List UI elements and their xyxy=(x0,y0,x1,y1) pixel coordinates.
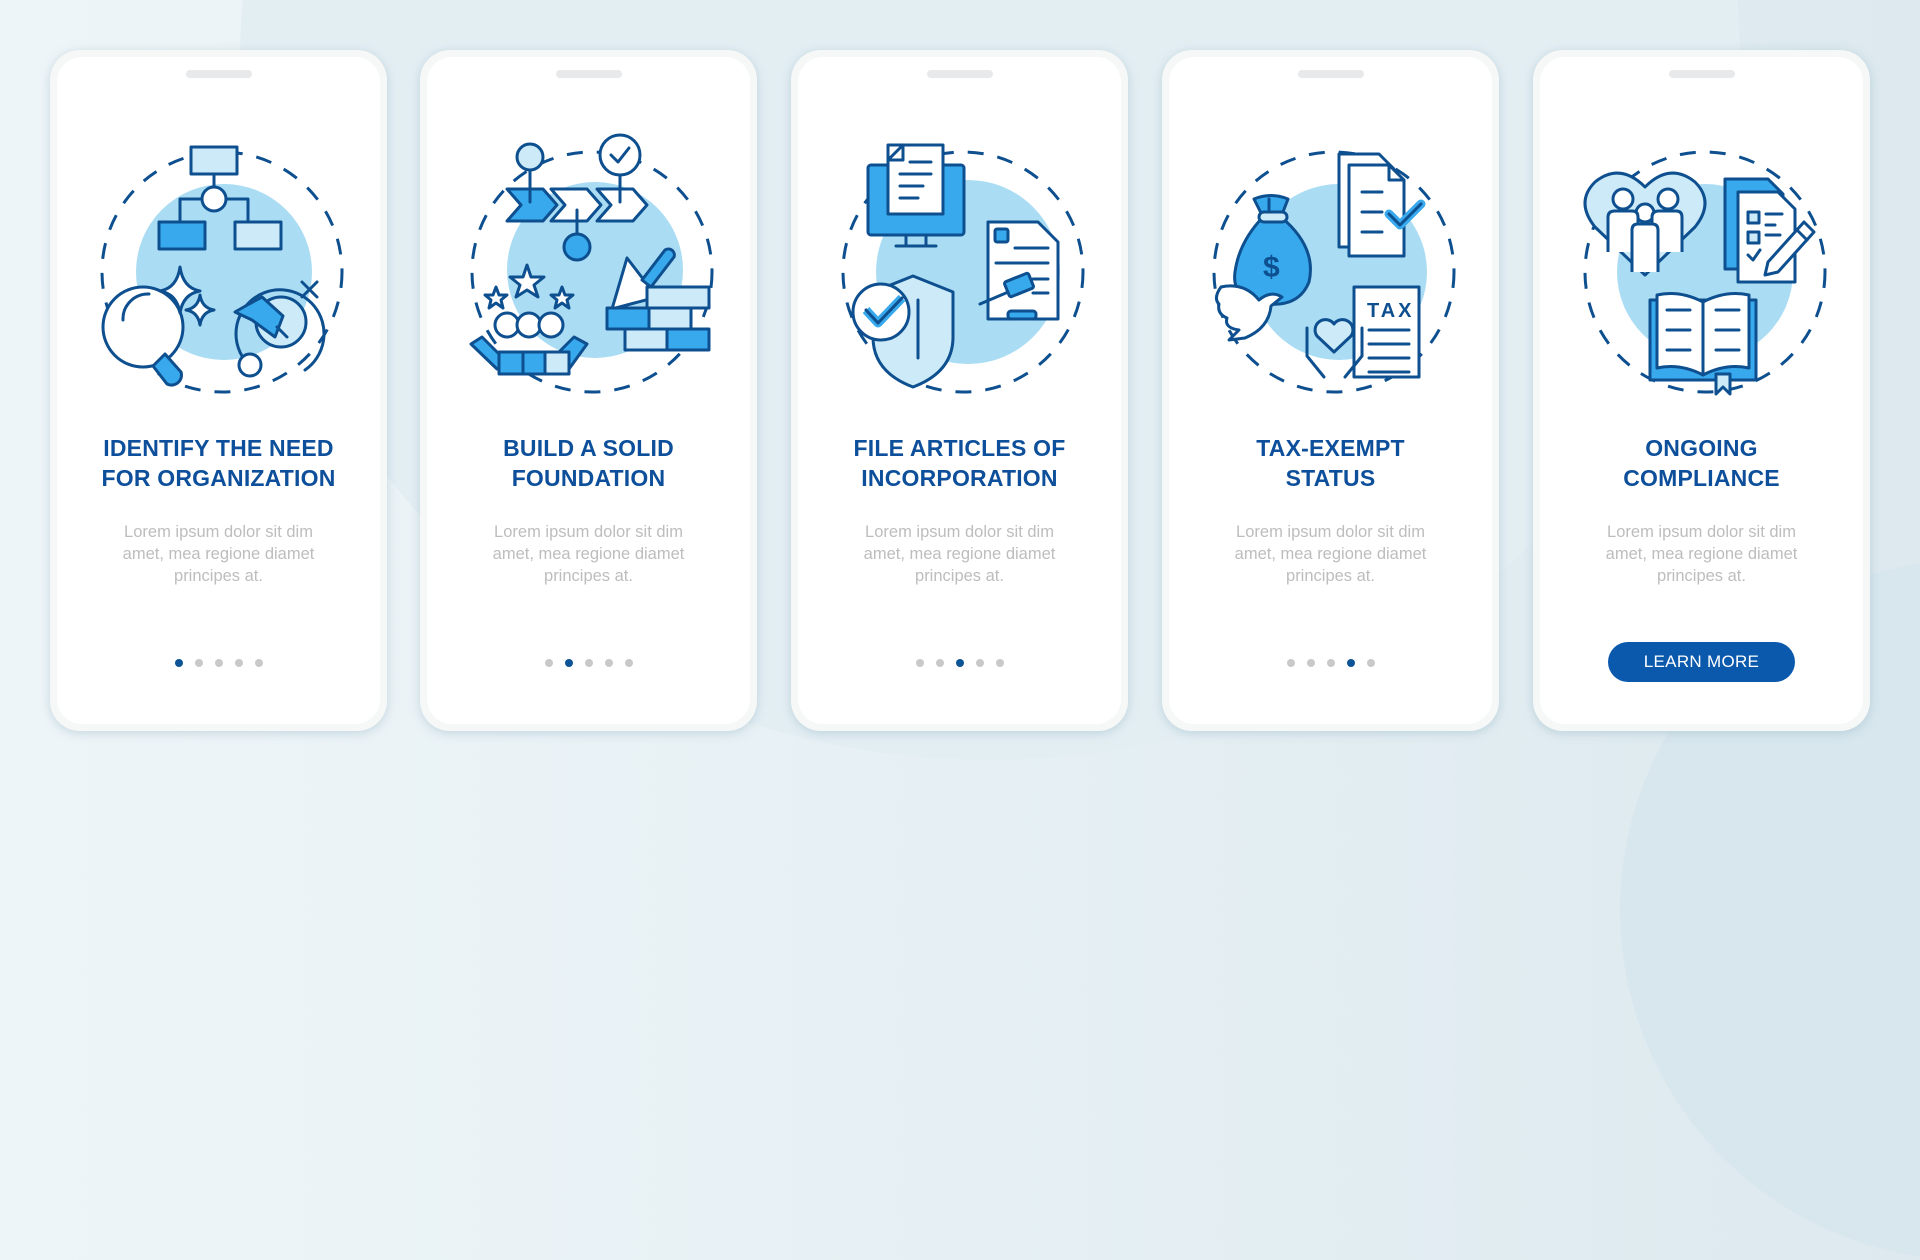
page-dot-3[interactable] xyxy=(584,659,593,667)
screen-title: ONGOING COMPLIANCE xyxy=(1550,433,1853,493)
description-line: Lorem ipsum dolor sit dim xyxy=(1236,523,1425,541)
page-dot-3[interactable] xyxy=(1326,659,1335,667)
screen-description: Lorem ipsum dolor sit dim amet, mea regi… xyxy=(1209,521,1452,587)
page-dot-5[interactable] xyxy=(1366,659,1375,667)
pagination-dots xyxy=(57,659,380,669)
pagination-dots xyxy=(798,659,1121,669)
title-line: INCORPORATION xyxy=(861,465,1058,491)
description-line: amet, mea regione diamet xyxy=(1605,545,1798,563)
foundation-bricks-icon xyxy=(469,133,714,394)
title-line: TAX-EXEMPT xyxy=(1256,435,1405,461)
screen-content: ONGOING COMPLIANCE Lorem ipsum dolor sit… xyxy=(1540,57,1863,724)
page-dot-4[interactable] xyxy=(604,659,613,667)
page-dot-5[interactable] xyxy=(995,659,1004,667)
description-line: amet, mea regione diamet xyxy=(1234,545,1427,563)
description-line: Lorem ipsum dolor sit dim xyxy=(1607,523,1796,541)
pagination-dots xyxy=(1169,659,1492,669)
title-line: IDENTIFY THE NEED xyxy=(103,435,334,461)
description-line: Lorem ipsum dolor sit dim xyxy=(494,523,683,541)
screen-title: BUILD A SOLID FOUNDATION xyxy=(437,433,740,493)
description-line: amet, mea regione diamet xyxy=(122,545,315,563)
onboarding-screen-5: ONGOING COMPLIANCE Lorem ipsum dolor sit… xyxy=(1533,50,1870,731)
screen-description: Lorem ipsum dolor sit dim amet, mea regi… xyxy=(1580,521,1823,587)
description-line: principes at. xyxy=(915,567,1004,585)
title-line: COMPLIANCE xyxy=(1623,465,1780,491)
page-dot-1[interactable] xyxy=(1286,659,1295,667)
page-dot-2[interactable] xyxy=(564,659,573,667)
screen-content: $ TAX TAX-EXEMPT STATUS Lorem ipsum dolo… xyxy=(1169,57,1492,724)
page-dot-5[interactable] xyxy=(624,659,633,667)
title-line: FOUNDATION xyxy=(511,465,666,491)
title-line: ONGOING xyxy=(1645,435,1758,461)
page-dot-2[interactable] xyxy=(1306,659,1315,667)
speaker-notch xyxy=(926,70,993,78)
description-line: Lorem ipsum dolor sit dim xyxy=(865,523,1054,541)
organization-chart-icon xyxy=(100,145,344,394)
description-line: principes at. xyxy=(1286,567,1375,585)
screen-title: FILE ARTICLES OF INCORPORATION xyxy=(808,433,1111,493)
page-dot-2[interactable] xyxy=(194,659,203,667)
screen-description: Lorem ipsum dolor sit dim amet, mea regi… xyxy=(97,521,340,587)
onboarding-screen-3: FILE ARTICLES OF INCORPORATION Lorem ips… xyxy=(791,50,1128,731)
description-line: Lorem ipsum dolor sit dim xyxy=(124,523,313,541)
pagination-dots xyxy=(427,659,750,669)
description-line: principes at. xyxy=(174,567,263,585)
learn-more-button[interactable]: LEARN MORE xyxy=(1608,642,1795,682)
page-dot-1[interactable] xyxy=(174,659,183,667)
description-line: principes at. xyxy=(1657,567,1746,585)
screen-content: BUILD A SOLID FOUNDATION Lorem ipsum dol… xyxy=(427,57,750,724)
onboarding-screen-4: $ TAX TAX-EXEMPT STATUS Lorem ipsum dolo… xyxy=(1162,50,1499,731)
page-dot-5[interactable] xyxy=(254,659,263,667)
page-dot-1[interactable] xyxy=(915,659,924,667)
title-line: BUILD A SOLID xyxy=(503,435,674,461)
screen-title: IDENTIFY THE NEED FOR ORGANIZATION xyxy=(67,433,370,493)
page-dot-3[interactable] xyxy=(955,659,964,667)
page-dot-1[interactable] xyxy=(544,659,553,667)
speaker-notch xyxy=(1297,70,1364,78)
onboarding-screen-2: BUILD A SOLID FOUNDATION Lorem ipsum dol… xyxy=(420,50,757,731)
page-dot-4[interactable] xyxy=(234,659,243,667)
speaker-notch xyxy=(1668,70,1735,78)
page-dot-4[interactable] xyxy=(975,659,984,667)
screen-title: TAX-EXEMPT STATUS xyxy=(1179,433,1482,493)
speaker-notch xyxy=(185,70,252,78)
legal-documents-icon xyxy=(841,143,1085,394)
dollar-sign: $ xyxy=(1263,251,1280,284)
screen-content: FILE ARTICLES OF INCORPORATION Lorem ips… xyxy=(798,57,1121,724)
title-line: FILE ARTICLES OF xyxy=(853,435,1066,461)
screen-description: Lorem ipsum dolor sit dim amet, mea regi… xyxy=(838,521,1081,587)
description-line: amet, mea regione diamet xyxy=(492,545,685,563)
tax-exempt-icon: $ TAX xyxy=(1212,150,1456,394)
speaker-notch xyxy=(555,70,622,78)
title-line: STATUS xyxy=(1285,465,1376,491)
screen-content: IDENTIFY THE NEED FOR ORGANIZATION Lorem… xyxy=(57,57,380,724)
tax-label: TAX xyxy=(1367,300,1415,322)
description-line: amet, mea regione diamet xyxy=(863,545,1056,563)
screen-description: Lorem ipsum dolor sit dim amet, mea regi… xyxy=(467,521,710,587)
page-dot-2[interactable] xyxy=(935,659,944,667)
title-line: FOR ORGANIZATION xyxy=(101,465,336,491)
page-dot-3[interactable] xyxy=(214,659,223,667)
onboarding-screen-1: IDENTIFY THE NEED FOR ORGANIZATION Lorem… xyxy=(50,50,387,731)
compliance-book-icon xyxy=(1583,150,1827,396)
description-line: principes at. xyxy=(544,567,633,585)
page-dot-4[interactable] xyxy=(1346,659,1355,667)
